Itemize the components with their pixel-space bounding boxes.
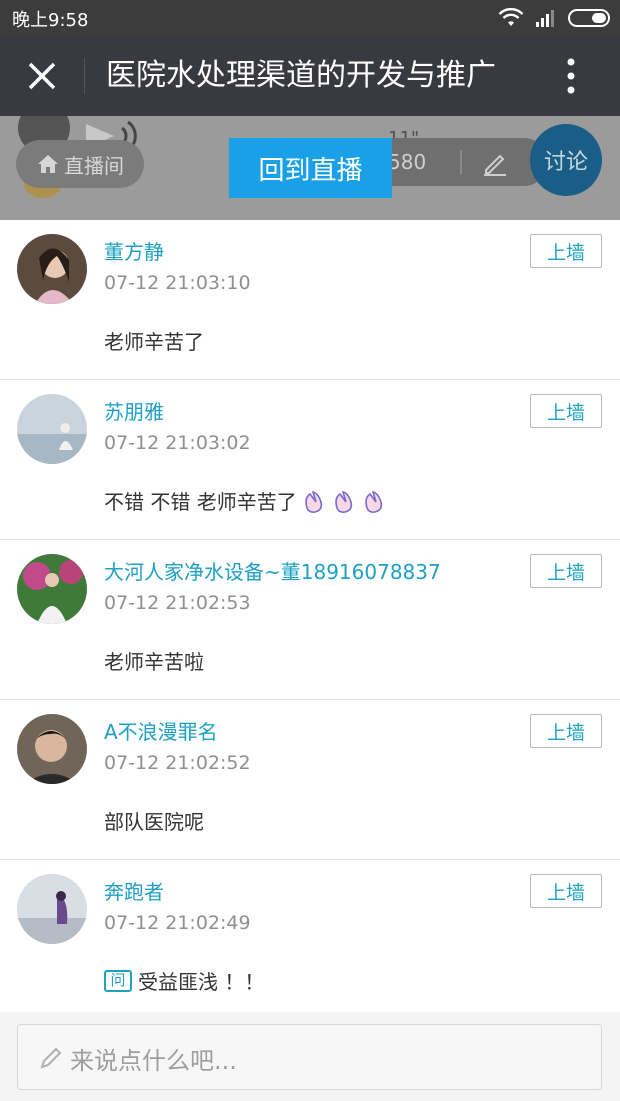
- pin-to-wall-button[interactable]: 上墙: [530, 554, 602, 588]
- avatar[interactable]: [17, 234, 87, 304]
- comment-time: 07-12 21:02:49: [104, 912, 251, 934]
- home-icon: [38, 155, 58, 173]
- comment-text: 不错 不错 老师辛苦了: [104, 486, 387, 515]
- question-badge: 问: [104, 969, 132, 992]
- pin-to-wall-button[interactable]: 上墙: [530, 714, 602, 748]
- comment-item: 大河人家净水设备~董18916078837 07-12 21:02:53 老师辛…: [0, 540, 620, 700]
- wifi-icon: [498, 8, 524, 26]
- clap-emoji-icon: [364, 490, 382, 513]
- status-icons: [498, 6, 610, 30]
- more-options-icon[interactable]: [556, 56, 586, 96]
- signal-icon: [536, 10, 554, 27]
- avatar[interactable]: [17, 394, 87, 464]
- comment-author[interactable]: 大河人家净水设备~董18916078837: [104, 556, 441, 585]
- status-time: 晚上9:58: [12, 10, 89, 31]
- pin-to-wall-button[interactable]: 上墙: [530, 234, 602, 268]
- pin-to-wall-button[interactable]: 上墙: [530, 874, 602, 908]
- comment-time: 07-12 21:03:10: [104, 272, 251, 294]
- comment-time: 07-12 21:03:02: [104, 432, 251, 454]
- comment-text: 老师辛苦了: [104, 330, 204, 354]
- pencil-icon: [40, 1047, 62, 1069]
- title-bar: 医院水处理渠道的开发与推广: [0, 36, 620, 116]
- pill-divider: [460, 150, 462, 174]
- avatar[interactable]: [17, 554, 87, 624]
- pin-to-wall-button[interactable]: 上墙: [530, 394, 602, 428]
- clap-emoji-icon: [304, 490, 322, 513]
- comment-item: 奔跑者 07-12 21:02:49 问 受益匪浅 ！！ 上墙: [0, 860, 620, 1020]
- comment-time: 07-12 21:02:53: [104, 592, 251, 614]
- comment-author[interactable]: 苏朋雅: [104, 396, 164, 425]
- comment-item: 董方静 07-12 21:03:10 老师辛苦了 上墙: [0, 220, 620, 380]
- comment-author[interactable]: 奔跑者: [104, 876, 164, 905]
- page-title: 医院水处理渠道的开发与推广: [106, 58, 496, 93]
- view-count-pill: 580: [368, 138, 548, 186]
- comment-item: A不浪漫罪名 07-12 21:02:52 部队医院呢 上墙: [0, 700, 620, 860]
- comment-author[interactable]: 董方静: [104, 236, 164, 265]
- clap-emoji-icon: [334, 490, 352, 513]
- live-room-button[interactable]: 直播间: [16, 140, 144, 188]
- comment-composer: 来说点什么吧...: [0, 1012, 620, 1101]
- comment-text: 老师辛苦啦: [104, 650, 204, 674]
- comment-time: 07-12 21:02:52: [104, 752, 251, 774]
- comment-list: 董方静 07-12 21:03:10 老师辛苦了 上墙 苏朋雅 07-12 21…: [0, 220, 620, 1020]
- battery-icon: [568, 9, 610, 27]
- status-bar: 晚上9:58: [0, 0, 620, 36]
- comment-placeholder: 来说点什么吧...: [70, 1047, 237, 1075]
- comment-item: 苏朋雅 07-12 21:03:02 不错 不错 老师辛苦了 上墙: [0, 380, 620, 540]
- title-divider: [84, 58, 85, 94]
- live-panel: 11" 直播间 580 回到直播 讨论: [0, 116, 620, 220]
- close-icon[interactable]: [22, 56, 62, 96]
- comment-input[interactable]: 来说点什么吧...: [17, 1024, 602, 1090]
- back-to-live-button[interactable]: 回到直播: [229, 138, 392, 198]
- discuss-button[interactable]: 讨论: [530, 124, 602, 196]
- avatar[interactable]: [17, 874, 87, 944]
- comment-text: 部队医院呢: [104, 810, 204, 834]
- pen-icon[interactable]: [482, 150, 508, 176]
- view-count: 580: [388, 150, 427, 174]
- comment-author[interactable]: A不浪漫罪名: [104, 716, 218, 745]
- avatar[interactable]: [17, 714, 87, 784]
- comment-text: 问 受益匪浅 ！！: [104, 966, 264, 995]
- live-room-label: 直播间: [64, 153, 124, 178]
